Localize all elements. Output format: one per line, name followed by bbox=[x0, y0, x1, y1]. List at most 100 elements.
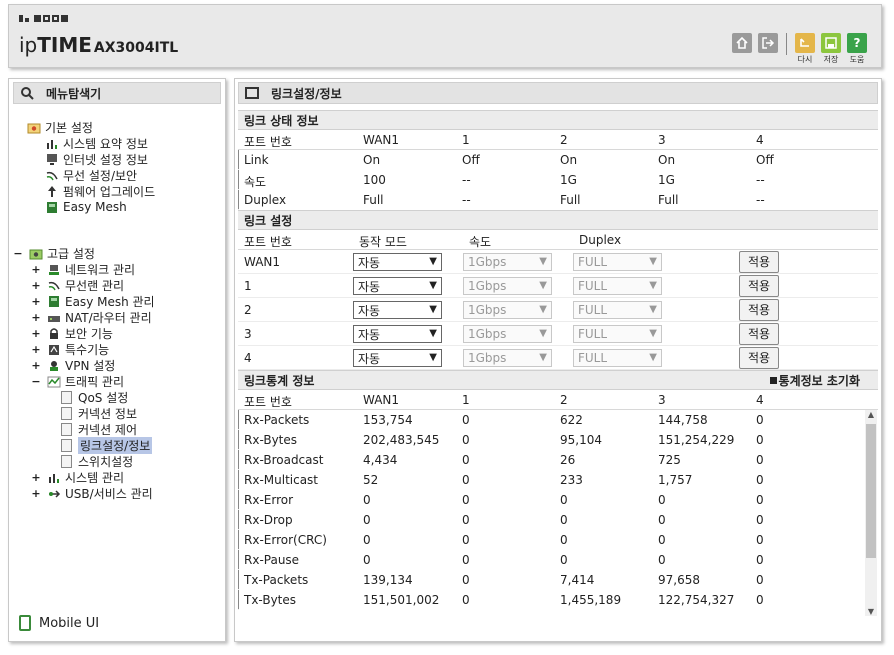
cell-value: 26 bbox=[560, 453, 576, 467]
apply-button[interactable]: 적용 bbox=[739, 299, 779, 321]
tree-item-connection-info[interactable]: 커넥션 정보 bbox=[61, 405, 137, 421]
chevron-down-icon: ▼ bbox=[429, 304, 437, 315]
tree-item-internet-info[interactable]: 인터넷 설정 정보 bbox=[45, 151, 148, 167]
mode-select[interactable]: 자동 ▼ bbox=[353, 301, 442, 319]
mode-select[interactable]: 자동 ▼ bbox=[353, 325, 442, 343]
mobile-ui-link[interactable]: Mobile UI bbox=[19, 615, 99, 631]
cell-value: -- bbox=[756, 193, 765, 207]
cell-value: 233 bbox=[560, 473, 583, 487]
model-name: AX3004ITL bbox=[93, 40, 179, 56]
duplex-select[interactable]: FULL ▼ bbox=[573, 301, 662, 319]
tree-item-security[interactable]: + 보안 기능 bbox=[31, 325, 113, 341]
scroll-thumb[interactable] bbox=[866, 424, 876, 558]
stats-row: Rx-Multicast 52 0 233 1,757 0 bbox=[238, 470, 764, 490]
cell-value: 151,254,229 bbox=[658, 433, 735, 447]
tree-item-easymesh[interactable]: Easy Mesh bbox=[45, 199, 127, 215]
link-status-table: 포트 번호 WAN1 1 2 3 4 Link On Off On On Off 속도 100 -- 1G 1G… bbox=[235, 130, 881, 210]
cell-value: 0 bbox=[756, 473, 764, 487]
tree-item-vpn[interactable]: + VPN 설정 bbox=[31, 357, 115, 373]
cell-value: 0 bbox=[363, 553, 371, 567]
row-label: Rx-Error(CRC) bbox=[244, 533, 327, 547]
speed-select[interactable]: 1Gbps ▼ bbox=[463, 325, 552, 343]
tree-item-wireless[interactable]: 무선 설정/보안 bbox=[45, 167, 137, 183]
apply-button[interactable]: 적용 bbox=[739, 347, 779, 369]
cell-value: 725 bbox=[658, 453, 681, 467]
tree-item-easymesh-mgmt[interactable]: + Easy Mesh 관리 bbox=[31, 293, 154, 309]
logout-icon[interactable] bbox=[758, 33, 778, 53]
speed-select[interactable]: 1Gbps ▼ bbox=[463, 349, 552, 367]
mode-select[interactable]: 자동 ▼ bbox=[353, 253, 442, 271]
tree-item-traffic[interactable]: − 트래픽 관리 bbox=[31, 373, 124, 389]
speed-select[interactable]: 1Gbps ▼ bbox=[463, 253, 552, 271]
page-title: 링크설정/정보 bbox=[238, 82, 878, 104]
column-header: WAN1 bbox=[363, 393, 400, 407]
cell-value: 1,757 bbox=[658, 473, 693, 487]
cell-value: On bbox=[560, 153, 578, 167]
main-panel: 링크설정/정보 링크 상태 정보 포트 번호 WAN1 1 2 3 4 Link On Off O… bbox=[234, 78, 882, 642]
home-icon[interactable] bbox=[732, 33, 752, 53]
status-row: Link On Off On On Off bbox=[238, 150, 774, 170]
help-button[interactable]: ? 도움 bbox=[847, 33, 867, 65]
chevron-down-icon: ▼ bbox=[539, 352, 547, 363]
cell-value: -- bbox=[756, 173, 765, 187]
reset-stats-button[interactable]: 통계정보 초기화 bbox=[769, 372, 860, 389]
collapse-icon[interactable]: − bbox=[13, 247, 23, 260]
duplex-select[interactable]: FULL ▼ bbox=[573, 325, 662, 343]
cell-value: 622 bbox=[560, 413, 583, 427]
cell-value: 0 bbox=[658, 513, 666, 527]
chevron-down-icon: ▼ bbox=[539, 280, 547, 291]
tree-item-firmware[interactable]: 펌웨어 업그레이드 bbox=[45, 183, 155, 199]
tree-item-system-mgmt[interactable]: + 시스템 관리 bbox=[31, 469, 124, 485]
cell-value: 0 bbox=[462, 473, 470, 487]
duplex-select[interactable]: FULL ▼ bbox=[573, 253, 662, 271]
tree-item-qos[interactable]: QoS 설정 bbox=[61, 389, 128, 405]
mobile-icon bbox=[19, 615, 31, 631]
cell-value: 0 bbox=[756, 413, 764, 427]
settings-row: 4 자동 ▼ 1Gbps ▼ FULL ▼ 적용 bbox=[238, 346, 878, 370]
tree-item-switch-settings[interactable]: 스위치설정 bbox=[61, 453, 133, 469]
apply-button[interactable]: 적용 bbox=[739, 275, 779, 297]
cell-value: 52 bbox=[363, 473, 379, 487]
folder-advanced-icon bbox=[29, 249, 43, 259]
cell-value: 0 bbox=[363, 533, 371, 547]
tree-item-wireless-mgmt[interactable]: + 무선랜 관리 bbox=[31, 277, 124, 293]
stats-scrollbar[interactable]: ▲ ▼ bbox=[865, 410, 877, 616]
apply-button[interactable]: 적용 bbox=[739, 251, 779, 273]
tree-item-network[interactable]: + 네트워크 관리 bbox=[31, 261, 135, 277]
cell-value: 0 bbox=[363, 513, 371, 527]
tree-item-special[interactable]: + 특수기능 bbox=[31, 341, 109, 357]
cell-value: 0 bbox=[756, 453, 764, 467]
cell-value: 0 bbox=[462, 513, 470, 527]
tree-item-connection-control[interactable]: 커넥션 제어 bbox=[61, 421, 137, 437]
column-header: 3 bbox=[658, 393, 666, 407]
tree-advanced-settings[interactable]: − 고급 설정 bbox=[13, 245, 95, 261]
section-link-status: 링크 상태 정보 bbox=[238, 110, 878, 130]
expand-icon: + bbox=[31, 486, 41, 500]
tree-basic-settings[interactable]: 기본 설정 bbox=[27, 119, 93, 135]
speed-select[interactable]: 1Gbps ▼ bbox=[463, 301, 552, 319]
duplex-select[interactable]: FULL ▼ bbox=[573, 277, 662, 295]
link-stats-table: 포트 번호 WAN1 1 2 3 4 Rx-Packets 153,754 0 622 144,75… bbox=[235, 390, 881, 610]
mode-select[interactable]: 자동 ▼ bbox=[353, 349, 442, 367]
status-header-row: 포트 번호 WAN1 1 2 3 4 bbox=[238, 130, 878, 150]
expand-icon: + bbox=[31, 326, 41, 340]
save-button[interactable]: 저장 bbox=[821, 33, 841, 65]
cell-value: 0 bbox=[363, 493, 371, 507]
port-label: WAN1 bbox=[244, 255, 281, 269]
tree-item-usb-service[interactable]: + USB/서비스 관리 bbox=[31, 485, 152, 501]
stats-row: Rx-Packets 153,754 0 622 144,758 0 bbox=[238, 410, 764, 430]
speed-select[interactable]: 1Gbps ▼ bbox=[463, 277, 552, 295]
stats-row: Rx-Error(CRC) 0 0 0 0 0 bbox=[238, 530, 764, 550]
duplex-select[interactable]: FULL ▼ bbox=[573, 349, 662, 367]
column-header: 3 bbox=[658, 133, 666, 147]
tree-item-nat-router[interactable]: + NAT/라우터 관리 bbox=[31, 309, 151, 325]
folder-settings-icon bbox=[27, 123, 41, 133]
undo-button[interactable]: 다시 bbox=[795, 33, 815, 65]
tree-item-system-summary[interactable]: 시스템 요약 정보 bbox=[45, 135, 148, 151]
cell-value: 97,658 bbox=[658, 573, 700, 587]
tree-item-link-settings[interactable]: 링크설정/정보 bbox=[61, 436, 153, 454]
apply-button[interactable]: 적용 bbox=[739, 323, 779, 345]
expand-icon: + bbox=[31, 262, 41, 276]
stats-row: Rx-Pause 0 0 0 0 0 bbox=[238, 550, 764, 570]
mode-select[interactable]: 자동 ▼ bbox=[353, 277, 442, 295]
